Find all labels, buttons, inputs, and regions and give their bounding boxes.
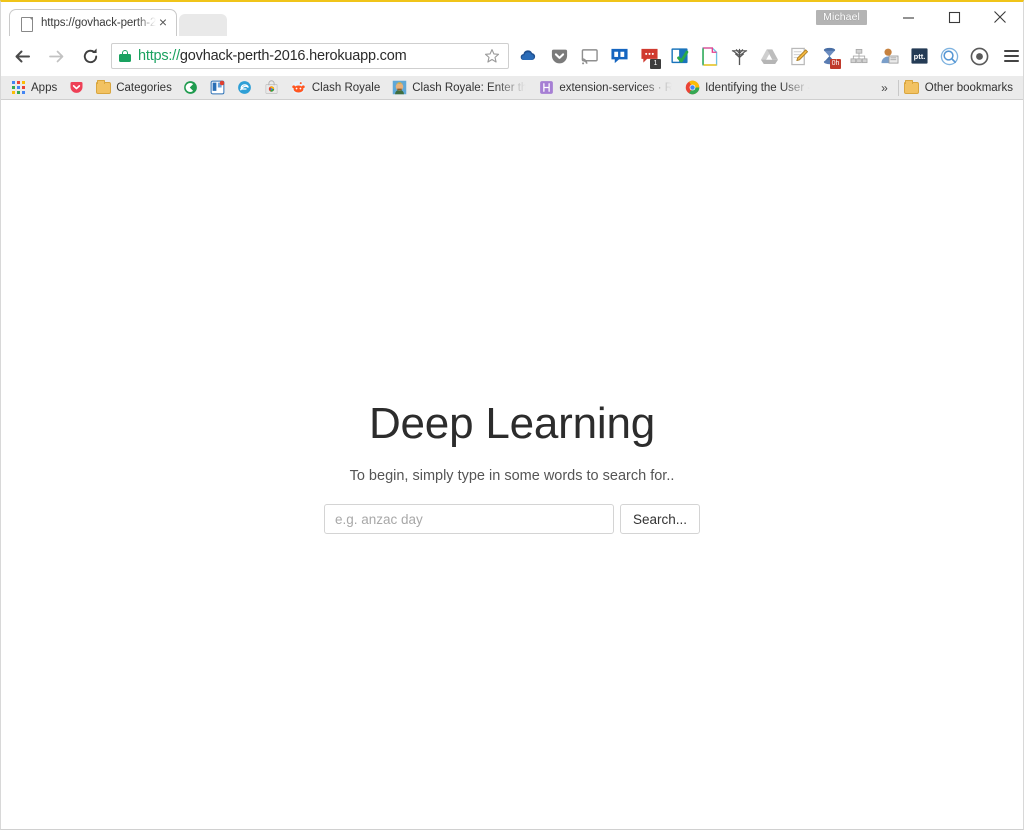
hourglass-badge-count: 0h — [830, 59, 841, 69]
address-bar[interactable]: https://govhack-perth-2016.herokuapp.com — [111, 43, 509, 69]
bookmarks-overflow: » Other bookmarks — [871, 78, 1019, 98]
chrome-menu-button[interactable] — [997, 42, 1024, 70]
search-form: Search... — [1, 504, 1023, 534]
tab-title: https://govhack-perth-20 — [41, 17, 156, 29]
barbarian-icon — [391, 80, 407, 96]
new-tab-button[interactable] — [179, 14, 227, 36]
drive-icon[interactable] — [755, 42, 783, 70]
search-input[interactable] — [324, 504, 614, 534]
pocket-shield-icon — [68, 80, 84, 96]
bookmark-pocket[interactable] — [63, 78, 89, 98]
hipchat-icon — [538, 80, 554, 96]
secure-lock-icon — [119, 49, 131, 63]
search-button[interactable]: Search... — [620, 504, 700, 534]
tab-favicon-page-icon — [20, 16, 34, 31]
page-title: Deep Learning — [1, 400, 1023, 448]
color-document-icon[interactable] — [695, 42, 723, 70]
chat-badge-icon[interactable]: 1 — [635, 42, 663, 70]
bookmark-reddit-clash[interactable]: Clash Royale — [286, 78, 385, 98]
bookmarks-bar: Apps Categories — [1, 76, 1023, 100]
bookmark-apps-label: Apps — [31, 82, 57, 94]
back-button-icon[interactable] — [7, 41, 37, 71]
green-circle-icon — [183, 80, 199, 96]
avatar-reader-icon[interactable] — [875, 42, 903, 70]
page-subtitle: To begin, simply type in some words to s… — [1, 468, 1023, 484]
ptt-icon[interactable]: ptt. — [905, 42, 933, 70]
folder-icon — [904, 80, 920, 96]
bookmark-categories[interactable]: Categories — [90, 78, 177, 98]
onedrive-icon[interactable] — [515, 42, 543, 70]
extension-tray: 1 — [515, 42, 1024, 70]
bookmark-trello[interactable] — [205, 78, 231, 98]
blue-swirl-icon — [237, 80, 253, 96]
browser-tab[interactable]: https://govhack-perth-20 × — [9, 9, 177, 36]
bookmark-categories-label: Categories — [116, 82, 172, 94]
other-bookmarks-folder[interactable]: Other bookmarks — [899, 78, 1018, 98]
address-bar-url: https://govhack-perth-2016.herokuapp.com — [138, 48, 484, 64]
bookmarks-overflow-chevron[interactable]: » — [871, 81, 898, 95]
magnifier-circle-icon[interactable] — [935, 42, 963, 70]
apps-grid-icon — [10, 80, 26, 96]
bookmark-clash-enter[interactable]: Clash Royale: Enter th — [386, 78, 532, 98]
maximize-button[interactable] — [931, 2, 977, 32]
svg-text:ptt.: ptt. — [913, 52, 925, 61]
profile-name-button[interactable]: Michael — [816, 10, 867, 25]
bookmark-green[interactable] — [178, 78, 204, 98]
url-host: govhack-perth-2016.herokuapp.com — [180, 48, 407, 64]
forward-button-icon — [41, 41, 71, 71]
notepad-pencil-icon[interactable] — [785, 42, 813, 70]
bookmark-reddit-clash-label: Clash Royale — [312, 82, 380, 94]
reload-button-icon[interactable] — [75, 41, 105, 71]
close-button[interactable] — [977, 2, 1023, 32]
browser-window: https://govhack-perth-20 × Michael — [0, 0, 1024, 830]
reddit-icon — [291, 80, 307, 96]
page-viewport: Deep Learning To begin, simply type in s… — [1, 100, 1023, 829]
minimize-button[interactable] — [885, 2, 931, 32]
tree-icon[interactable] — [725, 42, 753, 70]
other-bookmarks-label: Other bookmarks — [925, 82, 1013, 94]
record-circle-icon[interactable] — [965, 42, 993, 70]
pocket-icon[interactable] — [545, 42, 573, 70]
cast-icon[interactable] — [575, 42, 603, 70]
speech-bubble-icon[interactable] — [605, 42, 633, 70]
tab-close-icon[interactable]: × — [156, 16, 170, 30]
board-icon — [210, 80, 226, 96]
url-scheme: https:// — [138, 48, 180, 64]
checkmark-book-icon[interactable] — [665, 42, 693, 70]
chat-badge-count: 1 — [650, 59, 661, 69]
bookmark-identifying-user-label: Identifying the User - — [705, 82, 811, 94]
page-content: Deep Learning To begin, simply type in s… — [1, 400, 1023, 534]
bookmark-clash-enter-label: Clash Royale: Enter th — [412, 82, 527, 94]
chrome-icon — [684, 80, 700, 96]
folder-icon — [95, 80, 111, 96]
window-controls: Michael — [816, 2, 1023, 32]
bookmark-chromebag[interactable] — [259, 78, 285, 98]
tab-strip: https://govhack-perth-20 × Michael — [1, 2, 1023, 36]
shopping-bag-icon — [264, 80, 280, 96]
org-chart-icon[interactable] — [845, 42, 873, 70]
bookmark-star-icon[interactable] — [484, 48, 502, 64]
bookmark-apps[interactable]: Apps — [5, 78, 62, 98]
hourglass-icon[interactable]: 0h — [815, 42, 843, 70]
bookmark-extension-services[interactable]: extension-services · R — [533, 78, 678, 98]
bookmark-edge[interactable] — [232, 78, 258, 98]
bookmark-extension-services-label: extension-services · R — [559, 82, 673, 94]
bookmark-identifying-user[interactable]: Identifying the User - — [679, 78, 816, 98]
navigation-toolbar: https://govhack-perth-2016.herokuapp.com — [1, 36, 1023, 76]
